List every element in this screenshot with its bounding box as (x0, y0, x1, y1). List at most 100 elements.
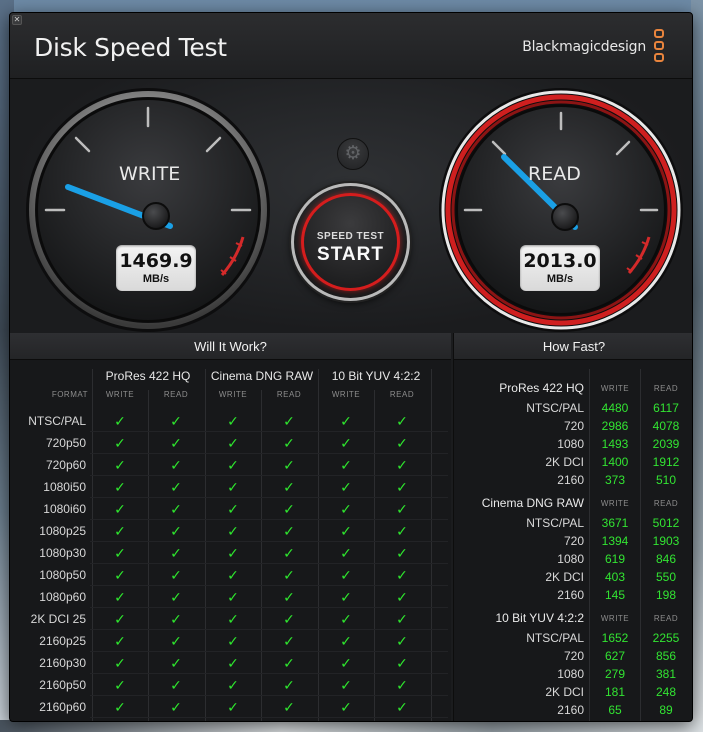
check-icon: ✓ (340, 501, 352, 517)
read-speed-cell: 510 (655, 473, 677, 487)
check-icon: ✓ (114, 457, 126, 473)
check-icon: ✓ (340, 699, 352, 715)
check-icon: ✓ (283, 567, 295, 583)
start-button-ring: SPEED TEST START (301, 193, 400, 291)
check-icon: ✓ (340, 457, 352, 473)
format-name: 2K DCI (545, 570, 584, 584)
check-icon: ✓ (114, 655, 126, 671)
check-icon: ✓ (396, 479, 408, 495)
write-speed-cell: 403 (604, 570, 626, 584)
gear-icon: ⚙ (344, 143, 362, 164)
check-icon: ✓ (340, 655, 352, 671)
write-speed-cell: 3671 (601, 516, 629, 530)
brand-name: Blackmagicdesign (522, 39, 646, 55)
check-icon: ✓ (227, 501, 239, 517)
table-row: 1080p60 ✓ ✓ ✓ ✓ ✓ ✓ (10, 586, 451, 608)
format-name: 1080 (557, 437, 584, 451)
check-icon: ✓ (283, 677, 295, 693)
yuv-write-header: WRITE (331, 390, 361, 399)
format-name: 720p50 (45, 436, 86, 450)
check-icon: ✓ (396, 633, 408, 649)
read-speed-cell: 856 (655, 649, 677, 663)
read-speed-cell: 846 (655, 552, 677, 566)
will-it-work-title: Will It Work? (10, 333, 451, 360)
read-gauge-label: READ (528, 163, 581, 185)
read-gauge-dial (439, 88, 683, 332)
table-row: 2160 373 510 (454, 471, 692, 489)
table-row: 2K DCI 25 ✓ ✓ ✓ ✓ ✓ ✓ (10, 608, 451, 630)
write-speed-cell: 619 (604, 552, 626, 566)
format-name: 1080p30 (39, 546, 86, 560)
read-speed-cell: 2255 (652, 631, 680, 645)
check-icon: ✓ (340, 413, 352, 429)
write-speed-cell: 279 (604, 667, 626, 681)
how-fast-read-header: READ (653, 499, 679, 508)
check-icon: ✓ (227, 699, 239, 715)
check-icon: ✓ (170, 589, 182, 605)
check-icon: ✓ (396, 435, 408, 451)
format-name: 2160 (557, 473, 584, 487)
check-icon: ✓ (283, 523, 295, 539)
table-row: 720 2986 4078 (454, 417, 692, 435)
format-name: 2160p60 (39, 700, 86, 714)
check-icon: ✓ (340, 567, 352, 583)
check-icon: ✓ (396, 457, 408, 473)
check-icon: ✓ (114, 501, 126, 517)
check-icon: ✓ (114, 699, 126, 715)
how-fast-group-name: 10 Bit YUV 4:2:2 (495, 611, 585, 625)
check-icon: ✓ (170, 567, 182, 583)
read-speed-value: 2013.0 (523, 250, 597, 272)
read-speed-cell: 5012 (652, 516, 680, 530)
group-prores-header: ProRes 422 HQ (105, 369, 191, 383)
how-fast-read-header: READ (653, 384, 679, 393)
table-row: 720p50 ✓ ✓ ✓ ✓ ✓ ✓ (10, 432, 451, 454)
table-row: 2K DCI 181 248 (454, 683, 692, 701)
group-cinema-dng-header: Cinema DNG RAW (210, 369, 314, 383)
check-icon: ✓ (396, 611, 408, 627)
check-icon: ✓ (396, 655, 408, 671)
read-speed-cell: 1903 (652, 534, 680, 548)
dng-write-header: WRITE (218, 390, 248, 399)
check-icon: ✓ (340, 523, 352, 539)
speed-test-start-button[interactable]: SPEED TEST START (291, 183, 410, 301)
check-icon: ✓ (227, 589, 239, 605)
check-icon: ✓ (114, 479, 126, 495)
read-speed-cell: 550 (655, 570, 677, 584)
format-name: 1080i60 (43, 502, 86, 516)
format-name: 1080p60 (39, 590, 86, 604)
will-it-work-column-headers: FORMAT WRITE READ WRITE READ WRITE READ (10, 390, 451, 404)
table-row: 2160 65 89 (454, 701, 692, 719)
check-icon: ✓ (114, 523, 126, 539)
format-name: 720 (563, 649, 584, 663)
check-icon: ✓ (340, 633, 352, 649)
check-icon: ✓ (114, 589, 126, 605)
start-button-caption: SPEED TEST (316, 231, 385, 242)
check-icon: ✓ (396, 545, 408, 561)
write-speed-cell: 373 (604, 473, 626, 487)
format-name: 2160 (557, 703, 584, 717)
format-name: 2K DCI (545, 685, 584, 699)
how-fast-write-header: WRITE (600, 499, 630, 508)
check-icon: ✓ (227, 655, 239, 671)
format-name: NTSC/PAL (28, 414, 86, 428)
settings-button[interactable]: ⚙ (337, 138, 369, 170)
read-speed-cell: 4078 (652, 419, 680, 433)
close-icon[interactable]: ✕ (12, 15, 22, 25)
check-icon: ✓ (114, 545, 126, 561)
dng-read-header: READ (276, 390, 302, 399)
format-name: 1080 (557, 552, 584, 566)
check-icon: ✓ (114, 611, 126, 627)
how-fast-group-header: Cinema DNG RAW WRITE READ (454, 496, 692, 514)
table-row: NTSC/PAL ✓ ✓ ✓ ✓ ✓ ✓ (10, 410, 451, 432)
read-speed-cell: 381 (655, 667, 677, 681)
table-row: 1080 279 381 (454, 665, 692, 683)
check-icon: ✓ (283, 435, 295, 451)
check-icon: ✓ (227, 457, 239, 473)
format-name: NTSC/PAL (526, 516, 584, 530)
check-icon: ✓ (283, 413, 295, 429)
check-icon: ✓ (283, 633, 295, 649)
write-speed-cell: 145 (604, 588, 626, 602)
how-fast-group: Cinema DNG RAW WRITE READ NTSC/PAL 3671 5012 7… (454, 496, 692, 604)
check-icon: ✓ (227, 545, 239, 561)
write-speed-cell: 4480 (601, 401, 629, 415)
